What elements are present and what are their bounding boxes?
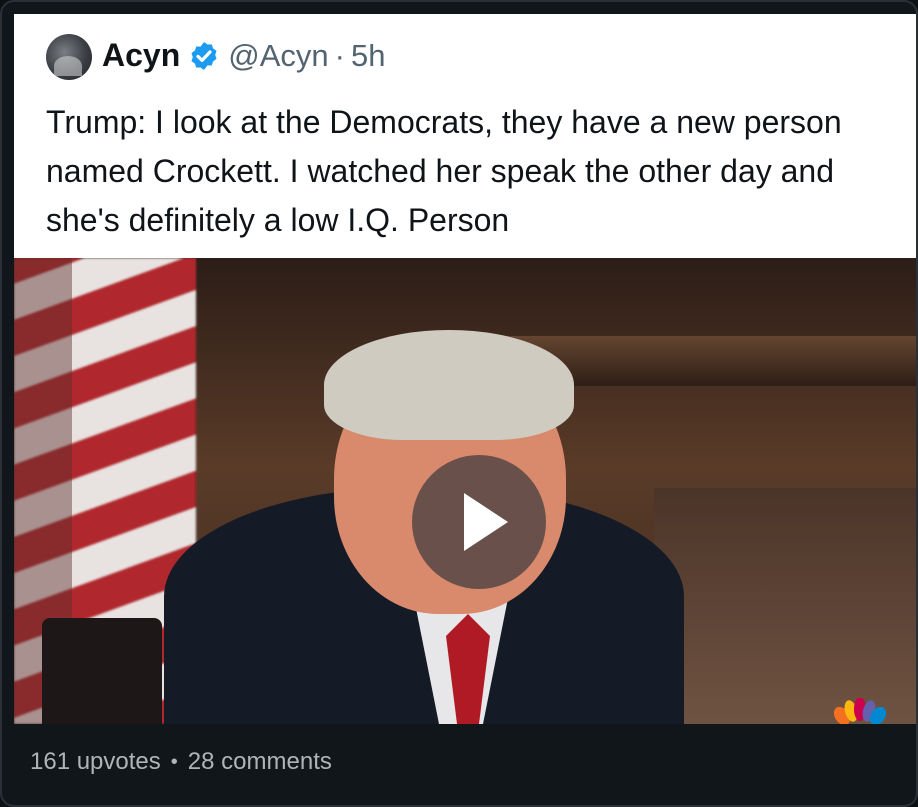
post-meta: 161 upvotes • 28 comments	[30, 748, 332, 776]
author-name: Acyn	[102, 37, 181, 73]
tweet-timestamp: 5h	[350, 37, 386, 73]
video-panel	[654, 488, 916, 724]
person-hair	[324, 330, 574, 440]
verified-badge-icon	[191, 41, 217, 70]
meta-separator: •	[170, 750, 178, 773]
comment-count[interactable]: 28 comments	[188, 748, 332, 776]
play-icon[interactable]	[412, 455, 546, 589]
video-thumbnail[interactable]	[14, 258, 916, 724]
chair-image	[42, 618, 162, 724]
header-separator: ·	[334, 37, 345, 73]
author-handle: @Acyn	[228, 37, 329, 73]
avatar	[46, 34, 92, 80]
peacock-logo-icon	[834, 698, 886, 724]
tweet-text: Trump: I look at the Democrats, they hav…	[46, 104, 842, 238]
tweet-screenshot: Acyn @Acyn · 5h Trump: I look at the Dem…	[14, 14, 916, 258]
post-card[interactable]: Acyn @Acyn · 5h Trump: I look at the Dem…	[0, 0, 918, 807]
upvote-count[interactable]: 161 upvotes	[30, 748, 161, 776]
tweet-header: Acyn @Acyn · 5h	[102, 37, 385, 74]
